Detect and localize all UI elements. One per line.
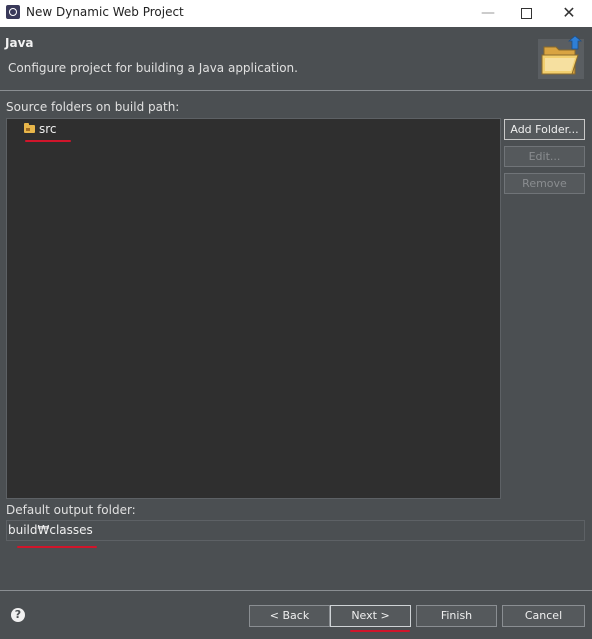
tree-item-src[interactable]: src	[24, 122, 57, 138]
wizard-header: Java Configure project for building a Ja…	[0, 27, 592, 90]
source-folders-tree[interactable]: src	[6, 118, 501, 499]
output-folder-label: Default output folder:	[6, 503, 136, 517]
finish-button[interactable]: Finish	[416, 605, 497, 627]
source-folder-icon	[24, 122, 35, 133]
red-annotation-underline	[350, 630, 410, 632]
source-folders-label: Source folders on build path:	[6, 100, 180, 114]
tree-item-label: src	[39, 122, 57, 136]
eclipse-app-icon	[6, 5, 20, 19]
red-annotation-underline	[25, 140, 71, 142]
new-dynamic-web-project-dialog: New Dynamic Web Project — ✕ Java Configu…	[0, 0, 592, 639]
window-title: New Dynamic Web Project	[26, 5, 184, 19]
folder-banner-icon	[538, 35, 584, 79]
back-button[interactable]: < Back	[249, 605, 330, 627]
cancel-button[interactable]: Cancel	[502, 605, 585, 627]
close-button[interactable]: ✕	[555, 3, 583, 23]
maximize-button[interactable]	[512, 3, 540, 23]
title-bar[interactable]: New Dynamic Web Project — ✕	[0, 0, 592, 27]
add-folder-button[interactable]: Add Folder...	[504, 119, 585, 140]
maximize-icon	[520, 7, 532, 19]
remove-button[interactable]: Remove	[504, 173, 585, 194]
output-folder-field[interactable]: build₩classes	[6, 520, 585, 541]
page-description: Configure project for building a Java ap…	[8, 61, 298, 75]
edit-button[interactable]: Edit...	[504, 146, 585, 167]
page-title: Java	[5, 36, 34, 50]
red-annotation-underline	[17, 546, 97, 548]
next-button[interactable]: Next >	[330, 605, 411, 627]
minimize-button[interactable]: —	[474, 3, 502, 23]
help-icon[interactable]: ?	[11, 608, 25, 622]
footer-separator	[0, 590, 592, 591]
header-separator	[0, 90, 592, 91]
